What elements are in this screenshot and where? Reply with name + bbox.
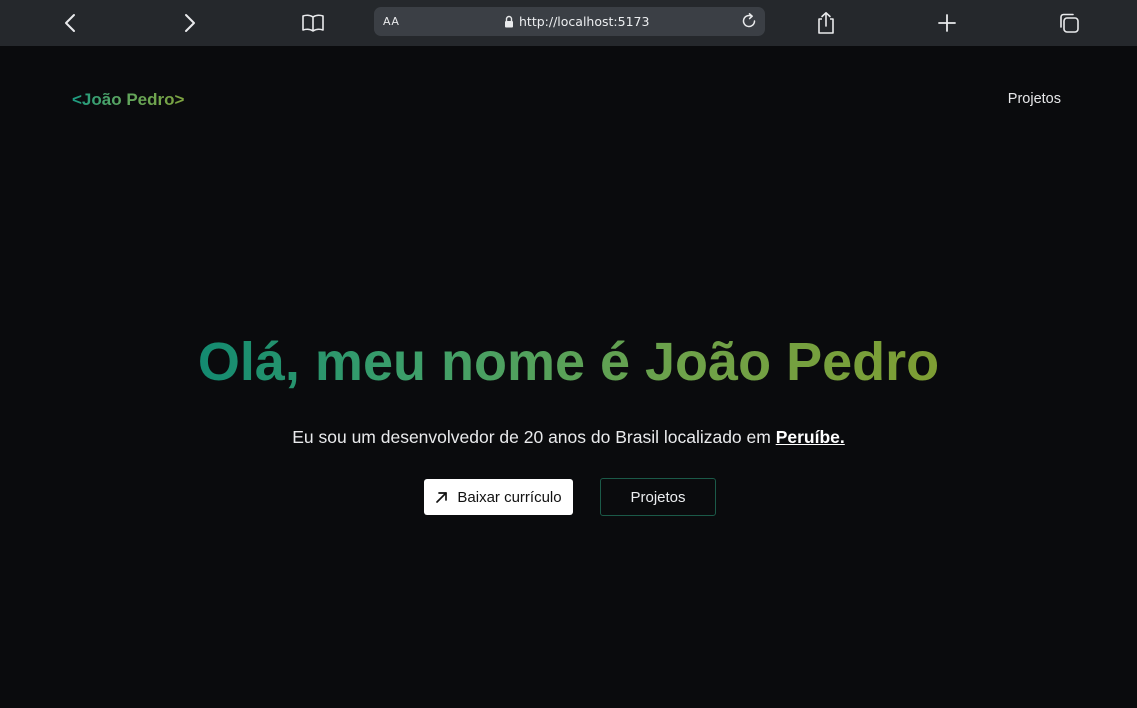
lock-icon <box>505 15 513 28</box>
download-cv-button[interactable]: Baixar currículo <box>424 479 573 515</box>
site-logo[interactable]: <João Pedro> <box>72 90 184 110</box>
browser-toolbar: AA http://localhost:5173 <box>0 0 1137 46</box>
back-icon <box>65 14 75 32</box>
new-tab-button[interactable] <box>932 8 962 38</box>
forward-button[interactable] <box>175 8 205 38</box>
reader-book-icon <box>302 14 324 32</box>
share-button[interactable] <box>811 8 841 38</box>
share-icon <box>818 11 834 34</box>
hero-subtitle: Eu sou um desenvolvedor de 20 anos do Br… <box>0 427 1137 448</box>
reader-aa-button[interactable]: AA <box>383 15 399 28</box>
forward-icon <box>185 14 195 32</box>
download-cv-label: Baixar currículo <box>457 488 562 506</box>
arrow-up-right-icon <box>436 491 448 503</box>
plus-icon <box>938 14 956 32</box>
projects-button-label: Projetos <box>630 488 686 506</box>
url-text: http://localhost:5173 <box>519 14 650 29</box>
tabs-icon <box>1060 13 1079 33</box>
projects-button[interactable]: Projetos <box>600 478 716 516</box>
tabs-overview-button[interactable] <box>1054 8 1084 38</box>
hero-subtitle-text: Eu sou um desenvolvedor de 20 anos do Br… <box>292 427 776 447</box>
reload-button[interactable] <box>738 10 760 32</box>
location-link[interactable]: Peruíbe. <box>776 427 845 447</box>
address-bar[interactable]: AA http://localhost:5173 <box>374 7 765 36</box>
page-content: <João Pedro> Projetos Olá, meu nome é Jo… <box>0 46 1137 708</box>
reader-button[interactable] <box>298 8 328 38</box>
hero-title: Olá, meu nome é João Pedro <box>197 332 940 392</box>
reload-icon <box>742 13 756 28</box>
url-display[interactable]: http://localhost:5173 <box>504 7 649 36</box>
nav-link-projetos[interactable]: Projetos <box>1008 91 1061 107</box>
back-button[interactable] <box>55 8 85 38</box>
hero-title-wrap: Olá, meu nome é João Pedro <box>0 330 1137 394</box>
